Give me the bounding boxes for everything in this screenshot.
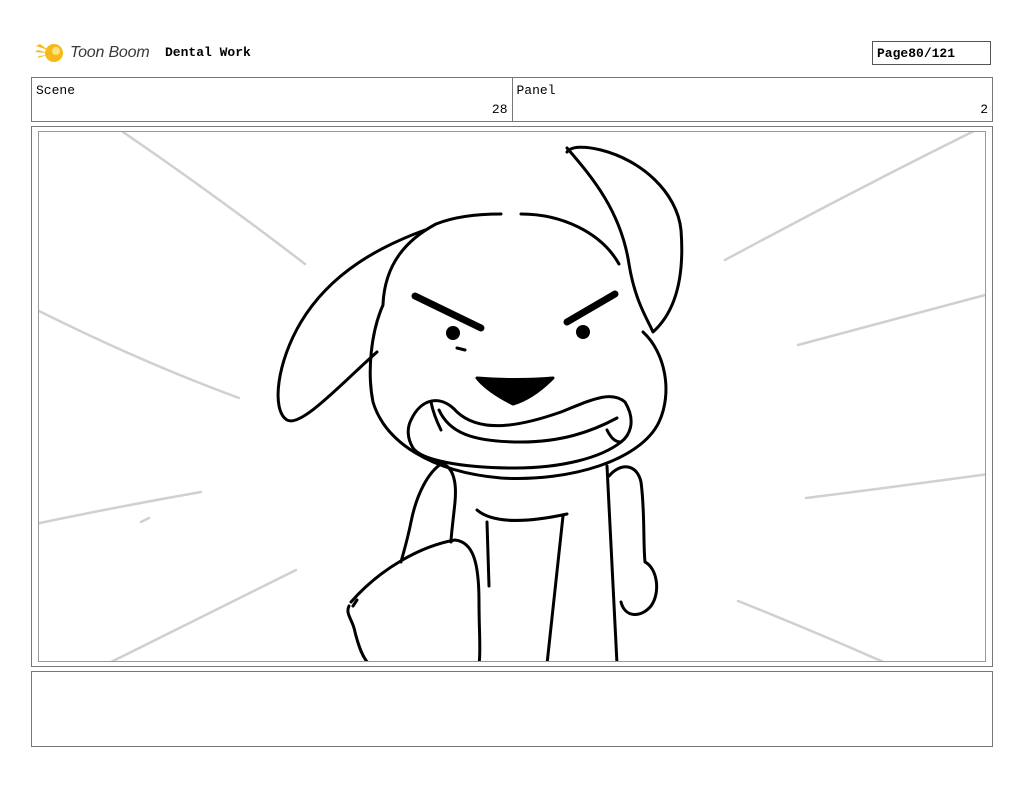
project-title: Dental Work [165,45,251,60]
toon-boom-star-icon [35,44,63,62]
scene-panel-info: Scene 28 Panel 2 [31,77,993,122]
panel-notes-box [31,671,993,747]
dog-ear-left [276,228,427,423]
scene-cell: Scene 28 [32,78,512,121]
dog-brow-left [411,292,485,332]
dog-brow-right [563,290,619,326]
storyboard-sketch [39,132,985,661]
angry-dog-character [276,145,684,661]
toon-boom-logo: Toon Boom [34,38,150,68]
page-label: Page [877,45,909,61]
panel-label: Panel [516,83,556,98]
dog-eye-left [446,326,460,340]
panel-number: 2 [980,102,988,117]
logo-text: Toon Boom [70,44,150,61]
scene-label: Scene [36,83,76,98]
dog-fist [349,538,482,661]
panel-cell: Panel 2 [511,78,993,121]
page-indicator: Page 80/121 [872,41,991,65]
dog-ear-right [565,145,684,334]
dog-mouth [406,395,633,470]
dog-arm-right [607,465,659,616]
page-number: 80/121 [908,45,956,61]
dog-eye-right [576,325,590,339]
dog-nose [475,376,555,406]
storyboard-panel-frame [31,126,993,667]
scene-number: 28 [491,102,508,117]
storyboard-panel [38,131,986,662]
dog-neck [475,508,569,522]
dog-arm-left [399,462,443,564]
